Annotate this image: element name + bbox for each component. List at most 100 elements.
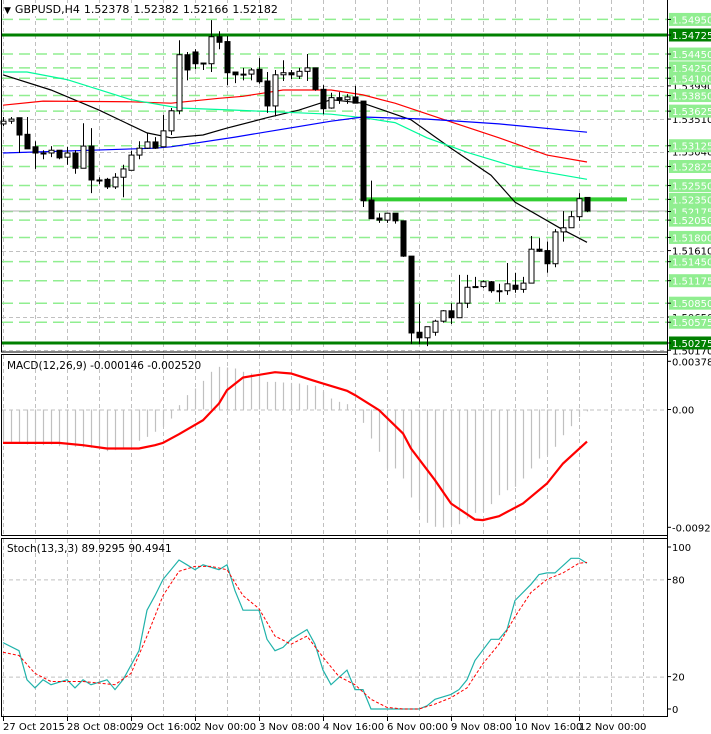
candle-bearish — [512, 284, 519, 290]
candle-bearish — [360, 100, 367, 202]
candle-bullish — [136, 147, 143, 156]
time-axis-label: 2 Nov 00:00 — [195, 722, 256, 733]
candle-bearish — [352, 96, 359, 104]
candle-bullish — [552, 231, 559, 265]
candle-bullish — [432, 320, 439, 333]
price-level-label: 1.54100 — [672, 74, 711, 85]
candle-bullish — [280, 72, 287, 76]
candle-bearish — [24, 133, 31, 150]
candle-bullish — [464, 286, 471, 304]
candle-bearish — [224, 41, 231, 74]
candle-bearish — [320, 88, 327, 110]
candle-bearish — [240, 73, 247, 76]
macd-axis-label: -0.009252 — [672, 523, 711, 534]
candle-bullish — [272, 74, 279, 107]
macd-label: MACD(12,26,9) -0.000146 -0.002520 — [7, 360, 201, 372]
price-level-label: 1.52825 — [672, 162, 711, 173]
candle-bullish — [576, 198, 583, 218]
candle-bearish — [368, 199, 375, 220]
candle-bearish — [184, 54, 191, 71]
candle-bullish — [304, 67, 311, 72]
candle-bearish — [448, 310, 455, 319]
candle-bearish — [416, 331, 423, 339]
candle-bearish — [32, 146, 39, 154]
candle-bearish — [232, 71, 239, 76]
candle-bullish — [208, 36, 215, 65]
symbol-timeframe: GBPUSD,H4 — [14, 3, 80, 16]
candle-bullish — [456, 302, 463, 319]
price-level-label: 1.54725 — [672, 31, 711, 42]
triangle-down-icon[interactable]: ▼ — [4, 6, 11, 16]
time-axis-label: 3 Nov 08:00 — [259, 722, 320, 733]
price-level-label: 1.52350 — [672, 195, 711, 206]
stoch-axis-label: 0 — [672, 705, 678, 716]
price-level-label: 1.54450 — [672, 50, 711, 61]
stochastic-indicator — [2, 557, 588, 710]
time-axis-label: 28 Oct 08:00 — [67, 722, 132, 733]
low-price: 1.52166 — [182, 3, 229, 16]
stoch-main-line — [2, 557, 588, 710]
candle-bullish — [248, 69, 255, 75]
candle-bullish — [128, 154, 135, 171]
candle-bearish — [288, 72, 295, 76]
open-price: 1.52378 — [83, 3, 130, 16]
candle-bearish — [392, 212, 399, 222]
candle-bearish — [408, 255, 415, 334]
time-axis: 27 Oct 2015 28 Oct 08:0029 Oct 16:002 Nov… — [3, 716, 646, 733]
stoch-axis-label: 80 — [672, 575, 685, 586]
candle-bearish — [376, 217, 383, 221]
candle-bullish — [160, 130, 167, 148]
price-level-label: 1.52550 — [672, 182, 711, 193]
price-level-label: 1.50575 — [672, 318, 711, 329]
close-price: 1.52182 — [232, 3, 278, 16]
high-price: 1.52382 — [133, 3, 179, 16]
stoch-panel[interactable] — [1, 538, 668, 717]
candle-bearish — [536, 248, 543, 252]
candle-bullish — [344, 96, 351, 101]
candle-bullish — [528, 248, 535, 284]
chart-canvas[interactable]: 1.539901.535101.530401.516101.506501.501… — [0, 0, 711, 734]
candle-bearish — [312, 67, 319, 90]
time-axis-label: 9 Nov 08:00 — [451, 722, 512, 733]
candle-bullish — [560, 227, 567, 233]
price-level-label: 1.53625 — [672, 107, 711, 118]
macd-axis-label: 0.00 — [672, 406, 694, 417]
candle-bearish — [336, 97, 343, 101]
candle-bullish — [440, 310, 447, 322]
candle-bullish — [504, 283, 511, 292]
price-level-label: 1.51450 — [672, 258, 711, 269]
candle-bullish — [472, 286, 479, 289]
candle-bullish — [40, 152, 47, 155]
candle-bearish — [400, 220, 407, 257]
macd-indicator — [2, 366, 589, 528]
candle-bullish — [424, 326, 431, 339]
candle-bearish — [56, 149, 63, 159]
price-axis: 1.539901.535101.530401.516101.506501.501… — [667, 0, 711, 717]
candle-bullish — [496, 290, 503, 293]
price-level-label: 1.51800 — [672, 233, 711, 244]
macd-panel[interactable] — [1, 354, 668, 536]
price-level-label: 1.51175 — [672, 277, 711, 288]
candle-bearish — [584, 196, 591, 212]
candle-bullish — [176, 54, 183, 112]
stoch-label: Stoch(13,3,3) 89.9295 90.4941 — [7, 543, 172, 555]
chart-header: ▼ GBPUSD,H4 1.52378 1.52382 1.52166 1.52182 — [4, 3, 284, 16]
price-level-label: 1.54950 — [672, 15, 711, 26]
candle-bearish — [200, 62, 207, 65]
candle-bearish — [256, 68, 263, 83]
candle-bullish — [80, 145, 87, 169]
candle-bullish — [296, 70, 303, 77]
candle-bearish — [216, 36, 223, 43]
candle-bullish — [328, 97, 335, 109]
stoch-signal-line — [2, 561, 588, 710]
stoch-axis-label: 20 — [672, 673, 685, 684]
candle-bullish — [48, 149, 55, 154]
candle-bullish — [168, 110, 175, 132]
time-axis-label: 29 Oct 16:00 — [131, 722, 196, 733]
candle-bearish — [264, 80, 271, 107]
candle-bearish — [544, 250, 551, 265]
price-level-label: 1.53125 — [672, 142, 711, 153]
candle-bearish — [104, 178, 111, 188]
candle-bearish — [72, 152, 79, 169]
candle-bullish — [520, 282, 527, 290]
